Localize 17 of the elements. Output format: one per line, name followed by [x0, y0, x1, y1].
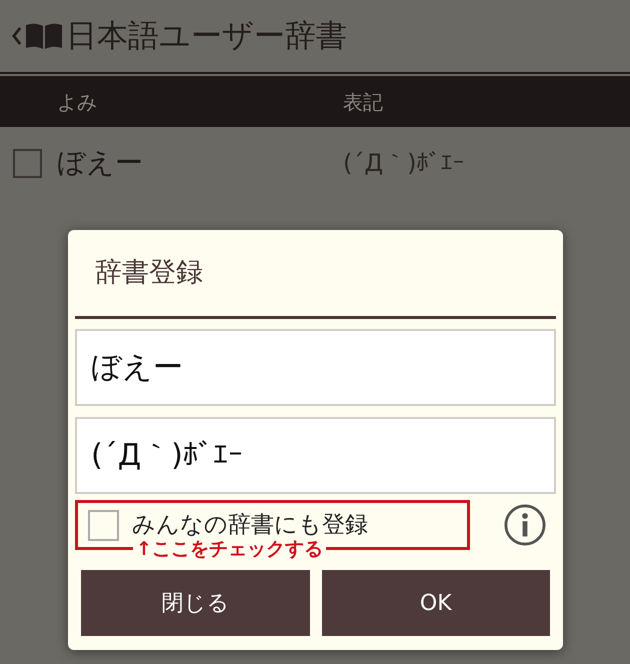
share-checkbox[interactable]: [88, 510, 119, 540]
annotation-text: ↑ここをチェックする: [133, 538, 326, 560]
dialog-button[interactable]: OK: [322, 570, 550, 636]
table-cell-text: ぼえー: [57, 145, 144, 181]
row-checkbox[interactable]: [13, 148, 42, 178]
table-cell-text: (´Д｀)ﾎﾞｴｰ: [343, 148, 464, 179]
dialog-button[interactable]: 閉じる: [81, 570, 310, 636]
column-header: 表記: [343, 88, 383, 116]
book-icon: [26, 23, 62, 49]
info-icon[interactable]: [504, 504, 546, 546]
dialog-title: 辞書登録: [95, 256, 203, 290]
checkbox-label: みんなの辞書にも登録: [132, 510, 368, 540]
input-field[interactable]: ぼえー: [75, 329, 556, 406]
back-icon[interactable]: [12, 27, 21, 45]
input-field[interactable]: (´Д｀)ﾎﾞｴｰ: [75, 417, 556, 494]
column-header: よみ: [57, 88, 98, 116]
app-title: 日本語ユーザー辞書: [66, 20, 347, 52]
